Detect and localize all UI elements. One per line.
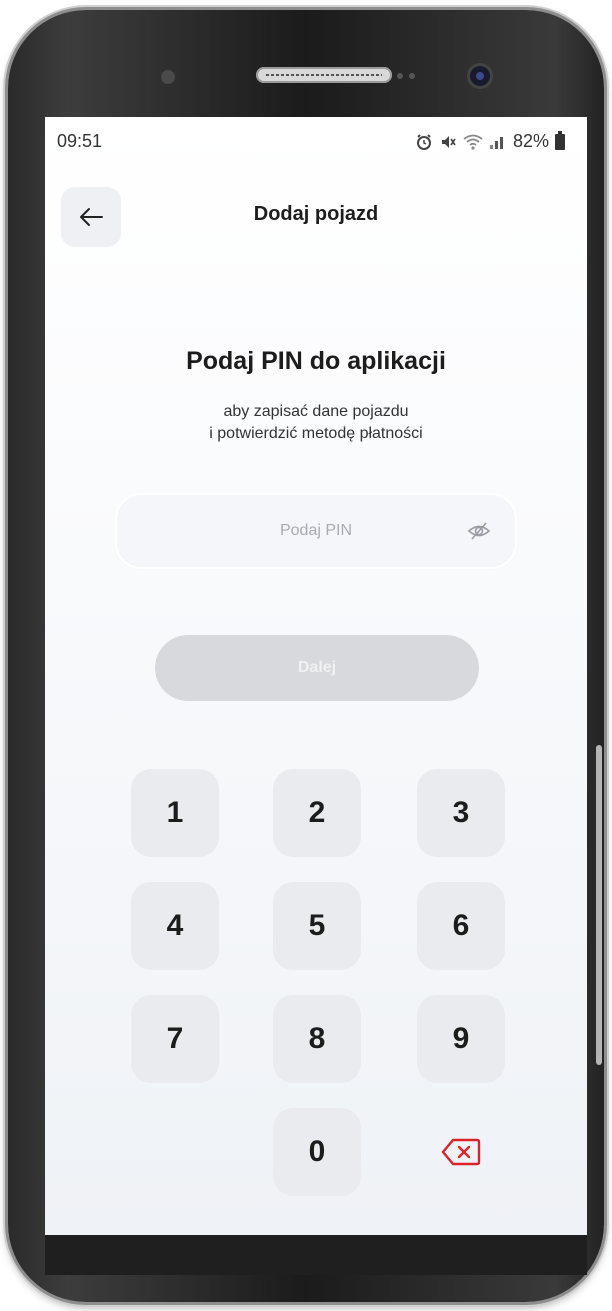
keypad-key-2[interactable]: 2 [273,769,361,857]
front-camera [470,66,490,86]
keypad-key-1[interactable]: 1 [131,769,219,857]
pin-heading: Podaj PIN do aplikacji [186,347,446,375]
signal-icon [489,136,503,149]
pin-subtitle-line2: i potwierdzić metodę płatności [209,425,423,442]
status-time: 09:51 [57,131,103,151]
alarm-icon [416,133,431,150]
eye-off-icon[interactable] [467,519,491,543]
status-bar: 09:51 82% [45,117,587,161]
keypad-key-5[interactable]: 5 [273,882,361,970]
proximity-sensors [396,72,420,80]
pin-field[interactable] [117,495,515,567]
earpiece-speaker [256,67,392,83]
battery-icon [555,130,565,150]
side-button [596,745,602,1065]
pin-subtitle-line1: aby zapisać dane pojazdu [223,403,409,420]
keypad-key-8[interactable]: 8 [273,995,361,1083]
backspace-icon [441,1138,481,1166]
app-screen: 09:51 82% Dodaj pojazd Podaj PIN do apli… [45,117,587,1235]
wifi-icon [463,134,483,150]
page-title: Dodaj pojazd [253,203,379,225]
mute-icon [441,135,456,148]
battery-percent: 82% [512,131,549,151]
keypad-key-4[interactable]: 4 [131,882,219,970]
keypad-delete-button[interactable] [417,1108,505,1196]
phone-frame: 09:51 82% Dodaj pojazd Podaj PIN do apli… [8,10,604,1302]
sensor-dot [161,70,175,84]
pin-input[interactable] [194,521,438,541]
bottom-bezel [45,1235,587,1275]
keypad-key-0[interactable]: 0 [273,1108,361,1196]
status-icons: 82% [415,130,565,152]
keypad-key-6[interactable]: 6 [417,882,505,970]
keypad-key-9[interactable]: 9 [417,995,505,1083]
keypad-key-7[interactable]: 7 [131,995,219,1083]
next-button[interactable]: Dalej [155,635,479,701]
keypad-key-3[interactable]: 3 [417,769,505,857]
